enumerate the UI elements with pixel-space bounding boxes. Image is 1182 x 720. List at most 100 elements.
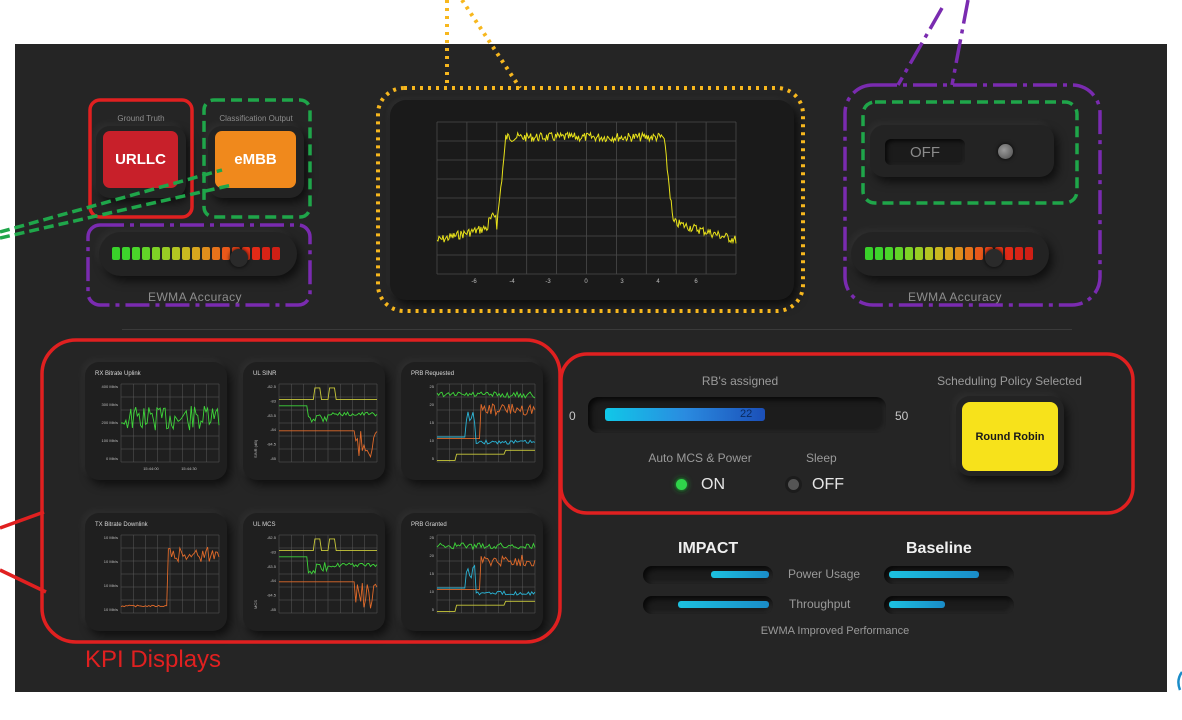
meter-segment bbox=[182, 247, 190, 260]
spectrum-x-tick: -6 bbox=[471, 279, 477, 285]
spectrum-x-tick: 4 bbox=[656, 279, 660, 285]
toggle-off-display[interactable]: OFF bbox=[885, 139, 965, 165]
kpi-y-label: MCS bbox=[253, 600, 258, 609]
kpi-y-tick: -82.5 bbox=[267, 384, 277, 389]
kpi-y-tick: -82.5 bbox=[267, 535, 277, 540]
kpi-x-tick: 15:44:00 bbox=[143, 466, 159, 471]
kpi-y-tick: 20 bbox=[430, 402, 435, 407]
kpi-y-tick: 10 Mb/s bbox=[104, 535, 118, 540]
kpi-y-tick: -85 bbox=[270, 607, 277, 612]
kpi-y-tick: -84.5 bbox=[267, 442, 277, 447]
kpi-panel: UL SINR -82.5 -83 -83.5 -84 -84.5 -85 SINR (dB) bbox=[243, 362, 385, 480]
kpi-y-tick: -84 bbox=[270, 427, 277, 432]
meter-segment bbox=[1015, 247, 1023, 260]
kpi-y-tick: -85 bbox=[270, 456, 277, 461]
meter-segment bbox=[122, 247, 130, 260]
kpi-panel: RX Bitrate Uplink 400 Mb/s 300 Mb/s 200 Mb/… bbox=[85, 362, 227, 480]
rb-value: 22 bbox=[740, 408, 753, 420]
meter-segment bbox=[955, 247, 963, 260]
kpi-panel: PRB Granted 25 20 15 10 5 bbox=[401, 513, 543, 631]
spectrum-x-tick: -4 bbox=[509, 279, 515, 285]
spectrum-x-tick: 6 bbox=[694, 279, 698, 285]
meter-segment bbox=[975, 247, 983, 260]
meter-segment bbox=[935, 247, 943, 260]
kpi-plot: 25 20 15 10 5 bbox=[430, 383, 536, 463]
meter-segment bbox=[162, 247, 170, 260]
meter-segment bbox=[1005, 247, 1013, 260]
meter-segment bbox=[112, 247, 120, 260]
kpi-y-tick: 0 Mb/s bbox=[106, 456, 118, 461]
spectrum-x-tick: -3 bbox=[545, 279, 551, 285]
ground-truth-button[interactable]: URLLC bbox=[103, 131, 178, 188]
meter-segment bbox=[252, 247, 260, 260]
meter-segment bbox=[202, 247, 210, 260]
kpi-displays-caption: KPI Displays bbox=[85, 646, 222, 673]
kpi-y-tick: 10 bbox=[430, 438, 435, 443]
kpi-y-tick: 10 Mb/s bbox=[104, 607, 118, 612]
meter-segment bbox=[1025, 247, 1033, 260]
impact-throughput-bar-fill bbox=[678, 601, 769, 608]
meter-segment bbox=[192, 247, 200, 260]
meter-segment bbox=[132, 247, 140, 260]
rb-min-label: 0 bbox=[569, 409, 576, 423]
toggle-indicator-light[interactable] bbox=[998, 144, 1013, 159]
rb-max-label: 50 bbox=[895, 409, 909, 423]
kpi-y-tick: 15 bbox=[430, 420, 435, 425]
ewma-improved-caption: EWMA Improved Performance bbox=[760, 625, 910, 637]
ground-truth-caption: Ground Truth bbox=[117, 114, 165, 123]
kpi-y-tick: -84.5 bbox=[267, 593, 277, 598]
kpi-y-tick: -83 bbox=[270, 549, 277, 554]
kpi-y-tick: -83.5 bbox=[267, 413, 277, 418]
meter-segment bbox=[875, 247, 883, 260]
auto-mcs-indicator-light[interactable] bbox=[676, 479, 687, 490]
impact-power-bar-fill bbox=[711, 571, 769, 578]
kpi-y-tick: 5 bbox=[432, 607, 435, 612]
ewma-meter-left-knob[interactable] bbox=[230, 249, 248, 267]
kpi-y-tick: -84 bbox=[270, 578, 277, 583]
rb-title: RB's assigned bbox=[701, 374, 779, 388]
meter-segment bbox=[965, 247, 973, 260]
kpi-plot: 400 Mb/s 300 Mb/s 200 Mb/s 100 Mb/s 0 Mb/s 15… bbox=[102, 383, 220, 471]
meter-segment bbox=[895, 247, 903, 260]
kpi-y-tick: -83.5 bbox=[267, 564, 277, 569]
classification-button[interactable]: eMBB bbox=[215, 131, 296, 188]
kpi-plot: 25 20 15 10 5 bbox=[430, 534, 536, 614]
sleep-indicator-light[interactable] bbox=[788, 479, 799, 490]
kpi-x-tick: 15:44:30 bbox=[181, 466, 197, 471]
meter-segment bbox=[262, 247, 270, 260]
kpi-plot: -82.5 -83 -83.5 -84 -84.5 -85 SINR (dB) bbox=[253, 383, 378, 463]
kpi-y-tick: 100 Mb/s bbox=[102, 438, 118, 443]
kpi-y-tick: 25 bbox=[430, 384, 435, 389]
throughput-label: Throughput bbox=[789, 597, 851, 611]
ewma-meter-left bbox=[112, 247, 280, 260]
kpi-panel: UL MCS -82.5 -83 -83.5 -84 -84.5 -85 MCS bbox=[243, 513, 385, 631]
kpi-y-tick: 200 Mb/s bbox=[102, 420, 118, 425]
meter-segment bbox=[212, 247, 220, 260]
meter-segment bbox=[945, 247, 953, 260]
meter-segment bbox=[222, 247, 230, 260]
kpi-y-tick: 20 bbox=[430, 553, 435, 558]
impact-title: IMPACT bbox=[678, 540, 739, 557]
kpi-y-tick: 10 bbox=[430, 589, 435, 594]
kpi-y-tick: 10 Mb/s bbox=[104, 583, 118, 588]
kpi-y-tick: 25 bbox=[430, 535, 435, 540]
scheduling-button[interactable]: Round Robin bbox=[962, 402, 1058, 471]
spectrum-x-tick: 0 bbox=[584, 279, 588, 285]
kpi-panel: TX Bitrate Downlink 10 Mb/s 10 Mb/s 10 Mb/s… bbox=[85, 513, 227, 631]
classification-caption: Classification Output bbox=[219, 114, 293, 123]
sleep-label: Sleep bbox=[806, 451, 837, 465]
meter-segment bbox=[925, 247, 933, 260]
spectrum-x-tick: 3 bbox=[620, 279, 624, 285]
sleep-state: OFF bbox=[812, 476, 844, 493]
meter-segment bbox=[142, 247, 150, 260]
baseline-throughput-bar-fill bbox=[889, 601, 945, 608]
kpi-y-tick: -83 bbox=[270, 398, 277, 403]
ewma-meter-right-knob[interactable] bbox=[985, 249, 1003, 267]
power-usage-label: Power Usage bbox=[788, 567, 861, 581]
kpi-y-tick: 5 bbox=[432, 456, 435, 461]
ewma-label-right: EWMA Accuracy bbox=[908, 290, 1002, 304]
kpi-y-tick: 15 bbox=[430, 571, 435, 576]
meter-segment bbox=[905, 247, 913, 260]
auto-mcs-state: ON bbox=[701, 476, 725, 493]
kpi-plot: -82.5 -83 -83.5 -84 -84.5 -85 MCS bbox=[253, 534, 378, 614]
